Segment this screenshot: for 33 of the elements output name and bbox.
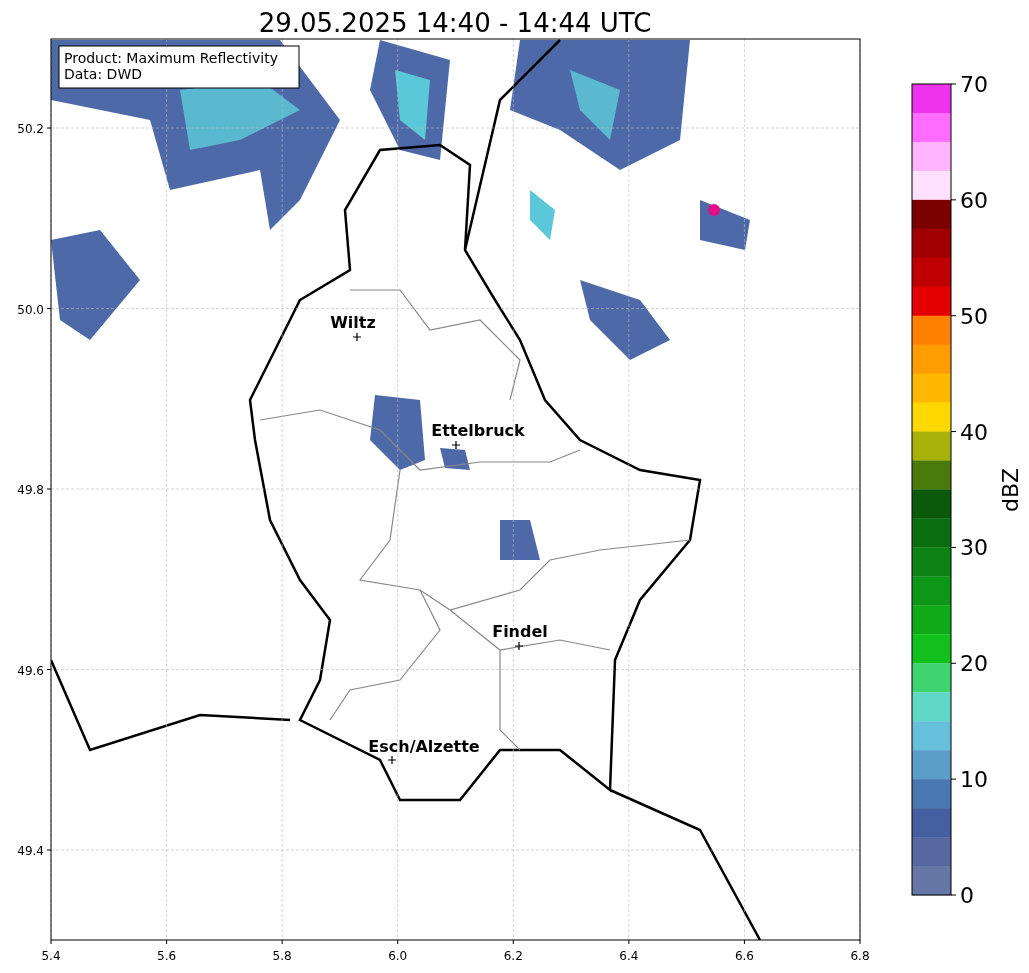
- axis-tick-label: 5.8: [272, 949, 292, 963]
- axis-tick-label: 6.0: [388, 949, 408, 963]
- color-scale-label: dBZ: [998, 467, 1023, 513]
- axis-tick-label: 5.6: [157, 949, 177, 963]
- location-marker-icon: [451, 440, 461, 450]
- axis-tick-label: 6.2: [503, 949, 523, 963]
- axis-tick-label: 50.0: [17, 302, 44, 317]
- axis-tick-label: 6.6: [734, 949, 754, 963]
- color-scale-tick-label: 20: [960, 651, 988, 677]
- place-label: Findel: [492, 622, 548, 641]
- location-marker-icon: [514, 641, 524, 651]
- color-scale-tick-label: 30: [960, 535, 988, 561]
- location-marker-icon: [352, 332, 362, 342]
- place-label: Ettelbruck: [431, 421, 525, 440]
- info-text: Data: DWD: [64, 66, 142, 82]
- axis-tick-label: 49.8: [17, 483, 44, 497]
- axis-tick-label: 6.4: [619, 949, 639, 963]
- color-scale-tick-label: 40: [960, 419, 988, 445]
- color-scale-tick-label: 50: [960, 303, 988, 329]
- color-scale-tick-label: 10: [960, 767, 988, 793]
- color-scale-tick-label: 0: [960, 883, 974, 908]
- info-text: Product: Maximum Reflectivity: [64, 50, 278, 66]
- axis-tick-label: 49.4: [17, 844, 44, 858]
- axis-tick-label: 49.6: [17, 663, 44, 678]
- chart-title: 29.05.2025 14:40 - 14:44 UTC: [258, 8, 652, 38]
- place-label: Esch/Alzette: [368, 737, 480, 756]
- axis-tick-label: 50.2: [17, 122, 44, 136]
- color-scale-tick-label: 60: [960, 187, 988, 213]
- color-scale-tick-label: 70: [960, 72, 988, 97]
- place-label: Wiltz: [330, 313, 376, 332]
- axis-tick-label: 5.4: [41, 949, 61, 963]
- axis-tick-label: 6.8: [850, 949, 870, 963]
- location-marker-icon: [387, 755, 397, 765]
